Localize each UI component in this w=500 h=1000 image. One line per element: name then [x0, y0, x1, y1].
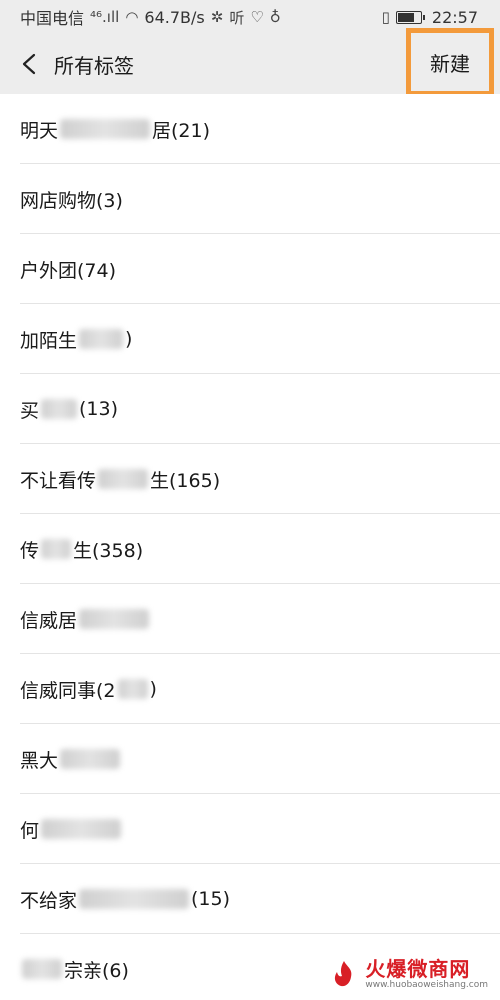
- listen-icon: 听: [229, 8, 245, 27]
- redacted-mask: [79, 609, 150, 629]
- tag-row[interactable]: 明天 居(21): [0, 94, 500, 164]
- watermark: 火爆微商网 www.huobaoweishang.com: [329, 958, 488, 990]
- tag-label-start: 不给家: [20, 889, 78, 912]
- redacted-mask: [22, 959, 62, 979]
- carrier-label: 中国电信: [20, 9, 85, 28]
- vibrate-icon: ▯: [381, 8, 390, 26]
- tag-label-end: 宗亲(6): [64, 959, 129, 982]
- new-tag-button[interactable]: 新建: [406, 28, 494, 96]
- tag-row[interactable]: 不给家 (15): [0, 864, 500, 934]
- tag-row[interactable]: 不让看传 生(165): [0, 444, 500, 514]
- tag-list: 明天 居(21) 网店购物(3) 户外团(74) 加陌生) 买 (13) 不让看传 生(165)…: [0, 94, 500, 1000]
- tag-row[interactable]: 加陌生): [0, 304, 500, 374]
- status-right: ▯ 22:57: [382, 8, 478, 27]
- redacted-mask: [117, 679, 148, 699]
- wifi-icon: ◠: [125, 8, 139, 26]
- network-speed: 64.7B/s: [144, 7, 205, 27]
- tag-row[interactable]: 信威居: [0, 584, 500, 654]
- alarm-icon: ♁: [269, 8, 281, 26]
- tag-label-start: 黑大: [20, 749, 59, 772]
- tag-label-start: 传: [20, 539, 40, 562]
- battery-level: [397, 12, 414, 22]
- redacted-mask: [60, 749, 121, 769]
- tag-label-end: ): [149, 678, 157, 700]
- redacted-mask: [41, 399, 78, 419]
- tag-row[interactable]: 何: [0, 794, 500, 864]
- heart-rate-icon: ♡: [250, 8, 264, 26]
- tag-label-start: 信威同事(2: [20, 679, 116, 702]
- chevron-left-icon: [22, 53, 36, 75]
- tag-label-start: 户外团(74): [20, 259, 117, 282]
- redacted-mask: [60, 119, 151, 139]
- tag-label-end: ): [125, 328, 133, 350]
- tag-label-start: 买: [20, 399, 40, 422]
- back-button[interactable]: [6, 34, 52, 94]
- battery-icon: [395, 10, 425, 24]
- tag-row[interactable]: 信威同事(2): [0, 654, 500, 724]
- tag-row[interactable]: 户外团(74): [0, 234, 500, 304]
- redacted-mask: [98, 469, 149, 489]
- tag-row[interactable]: 网店购物(3): [0, 164, 500, 234]
- nav-bar: 所有标签 新建: [0, 28, 500, 96]
- tag-row[interactable]: 买 (13): [0, 374, 500, 444]
- tag-label-start: 信威居: [20, 609, 78, 632]
- tag-label-start: 加陌生: [20, 329, 78, 352]
- redacted-mask: [41, 539, 72, 559]
- tag-label-end: 居(21): [152, 119, 211, 142]
- watermark-text: 火爆微商网 www.huobaoweishang.com: [365, 958, 488, 990]
- redacted-mask: [79, 889, 190, 909]
- status-left: 中国电信 ⁴⁶.ıll ◠ 64.7B/s ✲ 听 ♡ ♁: [20, 5, 281, 29]
- tag-label-start: 网店购物(3): [20, 189, 123, 212]
- redacted-mask: [79, 329, 124, 349]
- tag-label-start: 不让看传: [20, 469, 97, 492]
- watermark-url: www.huobaoweishang.com: [365, 980, 488, 990]
- page-title: 所有标签: [54, 53, 134, 78]
- clock: 22:57: [431, 7, 478, 27]
- tag-label-end: (15): [191, 888, 231, 910]
- tag-label-start: 明天: [20, 119, 59, 142]
- flame-logo-icon: [335, 961, 352, 987]
- tag-label-end: 生(165): [150, 469, 221, 492]
- redacted-mask: [41, 819, 122, 839]
- watermark-title: 火爆微商网: [365, 957, 471, 981]
- tag-row[interactable]: 黑大: [0, 724, 500, 794]
- tag-label-start: 何: [20, 819, 40, 842]
- signal-icon: ⁴⁶.ıll: [90, 8, 120, 26]
- tag-row[interactable]: 传 生(358): [0, 514, 500, 584]
- bluetooth-icon: ✲: [210, 8, 224, 26]
- tag-label-end: 生(358): [73, 539, 144, 562]
- tag-label-end: (13): [79, 398, 119, 420]
